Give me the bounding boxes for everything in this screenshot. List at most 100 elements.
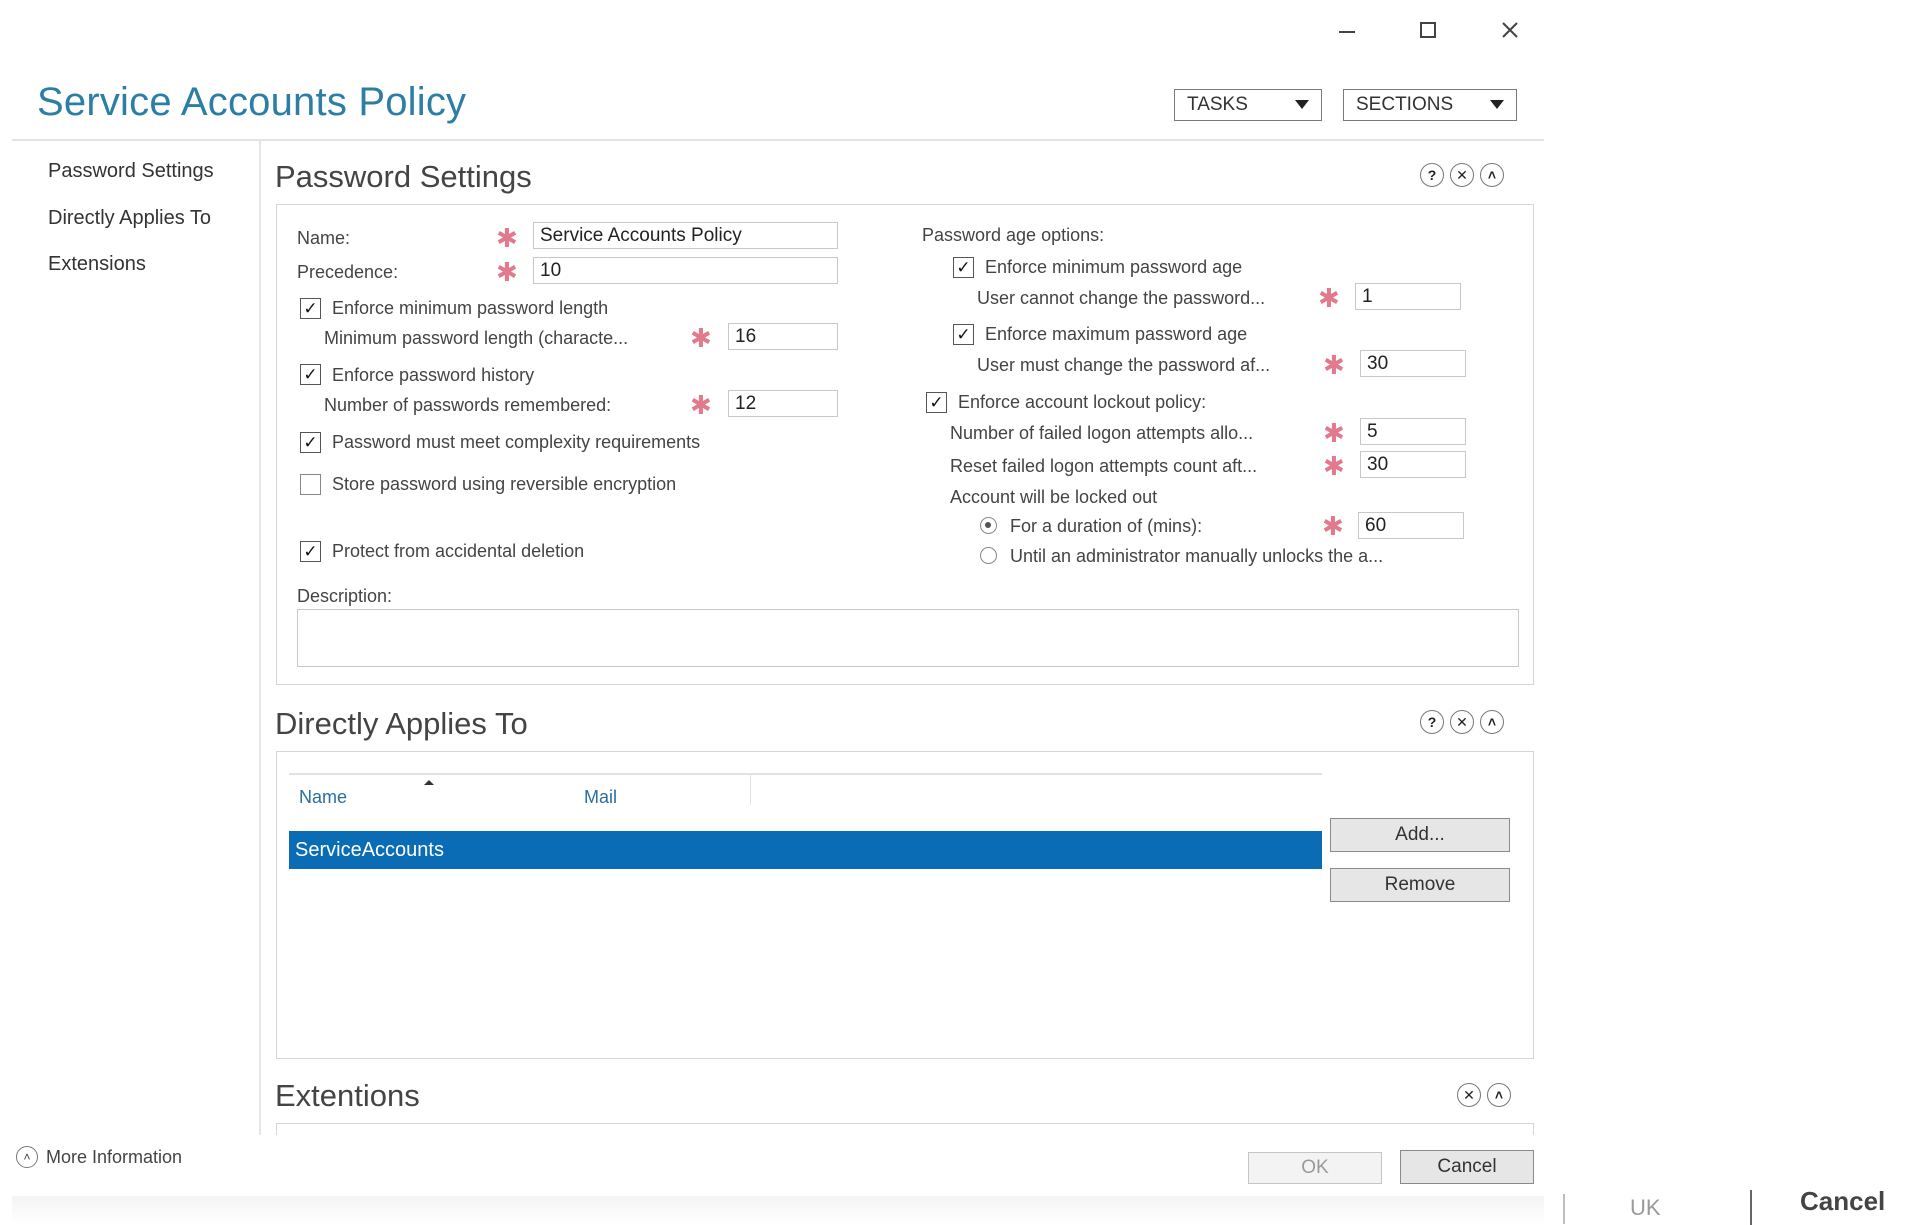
- chevron-down-icon: [1295, 100, 1309, 109]
- duration-field[interactable]: [1358, 512, 1464, 539]
- ghost-divider: [1563, 1194, 1565, 1224]
- nav-item-directly-applies-to[interactable]: Directly Applies To: [48, 207, 211, 230]
- required-icon: ✱: [1323, 418, 1345, 448]
- nav-divider: [259, 141, 261, 1135]
- row-name-cell: ServiceAccounts: [295, 838, 444, 861]
- header-divider: [12, 139, 1544, 141]
- maximize-button[interactable]: [1403, 8, 1453, 52]
- reset-count-label: Reset failed logon attempts count aft...: [950, 456, 1258, 476]
- window-bottom-edge: [12, 1196, 1544, 1225]
- until-admin-label: Until an administrator manually unlocks …: [1010, 546, 1384, 566]
- reversible-encryption-label: Store password using reversible encrypti…: [332, 474, 677, 494]
- cancel-button[interactable]: Cancel: [1400, 1150, 1534, 1184]
- required-icon: ✱: [1323, 350, 1345, 380]
- close-section-icon[interactable]: ✕: [1450, 163, 1474, 187]
- collapse-icon[interactable]: ˄: [1487, 1083, 1511, 1107]
- page-title: Service Accounts Policy: [37, 80, 467, 124]
- locked-out-label: Account will be locked out: [950, 487, 1158, 507]
- more-information-toggle[interactable]: ˄ More Information: [16, 1146, 182, 1168]
- section-tools-extensions: ✕ ˄: [1457, 1083, 1511, 1107]
- protect-deletion-checkbox[interactable]: ✓: [300, 541, 321, 562]
- ghost-ok-label: UK: [1630, 1195, 1661, 1220]
- enforce-max-age-checkbox[interactable]: ✓: [953, 324, 974, 345]
- until-admin-radio[interactable]: [980, 547, 997, 564]
- directly-applies-to-panel: [276, 751, 1534, 1059]
- nav-item-extensions[interactable]: Extensions: [48, 253, 146, 276]
- minimize-button[interactable]: [1322, 8, 1372, 52]
- grid-header-rule: [289, 773, 1322, 775]
- name-field[interactable]: [533, 222, 838, 249]
- duration-radio[interactable]: [980, 517, 997, 534]
- sections-dropdown[interactable]: SECTIONS: [1343, 89, 1517, 121]
- lockout-policy-label: Enforce account lockout policy:: [958, 392, 1207, 412]
- enforce-min-length-checkbox[interactable]: ✓: [300, 298, 321, 319]
- minimize-icon: [1339, 31, 1355, 33]
- sections-label: SECTIONS: [1356, 94, 1454, 115]
- sort-ascending-icon: [424, 780, 434, 785]
- enforce-min-length-label: Enforce minimum password length: [332, 298, 609, 318]
- table-row[interactable]: ServiceAccounts: [289, 831, 1322, 869]
- failed-attempts-label: Number of failed logon attempts allo...: [950, 423, 1254, 443]
- password-age-options-label: Password age options:: [922, 225, 1105, 245]
- reversible-encryption-checkbox[interactable]: [300, 474, 321, 495]
- close-section-icon[interactable]: ✕: [1457, 1083, 1481, 1107]
- close-section-icon[interactable]: ✕: [1450, 710, 1474, 734]
- required-icon: ✱: [496, 223, 518, 253]
- nav-item-password-settings[interactable]: Password Settings: [48, 160, 214, 183]
- column-divider: [750, 775, 751, 805]
- min-age-label: User cannot change the password...: [977, 288, 1266, 308]
- name-label: Name:: [297, 228, 351, 248]
- chevron-up-icon: ˄: [16, 1146, 38, 1168]
- min-age-field[interactable]: [1355, 283, 1461, 310]
- required-icon: ✱: [690, 390, 712, 420]
- description-label: Description:: [297, 586, 393, 606]
- ghost-cancel-label: Cancel: [1800, 1186, 1886, 1216]
- complexity-label: Password must meet complexity requiremen…: [332, 432, 701, 452]
- complexity-checkbox[interactable]: ✓: [300, 432, 321, 453]
- section-title-extensions: Extentions: [275, 1078, 420, 1113]
- column-header-name[interactable]: Name: [299, 787, 347, 808]
- tasks-label: TASKS: [1187, 94, 1248, 115]
- maximize-icon: [1420, 22, 1436, 38]
- section-title-password-settings: Password Settings: [275, 159, 532, 194]
- remove-button[interactable]: Remove: [1330, 868, 1510, 902]
- required-icon: ✱: [690, 323, 712, 353]
- collapse-icon[interactable]: ˄: [1480, 163, 1504, 187]
- close-button[interactable]: [1485, 8, 1535, 52]
- required-icon: ✱: [1318, 283, 1340, 313]
- protect-deletion-label: Protect from accidental deletion: [332, 541, 585, 561]
- collapse-icon[interactable]: ˄: [1480, 710, 1504, 734]
- required-icon: ✱: [1322, 511, 1344, 541]
- required-icon: ✱: [1323, 451, 1345, 481]
- min-length-field[interactable]: [728, 323, 838, 350]
- help-icon[interactable]: ?: [1420, 163, 1444, 187]
- duration-label: For a duration of (mins):: [1010, 516, 1203, 536]
- section-tools-directly-applies-to: ? ✕ ˄: [1420, 710, 1504, 734]
- ok-button[interactable]: OK: [1248, 1152, 1382, 1184]
- tasks-dropdown[interactable]: TASKS: [1174, 89, 1322, 121]
- max-age-field[interactable]: [1360, 350, 1466, 377]
- precedence-label: Precedence:: [297, 262, 399, 282]
- precedence-field[interactable]: [533, 257, 838, 284]
- lockout-policy-checkbox[interactable]: ✓: [926, 392, 947, 413]
- min-length-label: Minimum password length (characte...: [324, 328, 629, 348]
- section-title-directly-applies-to: Directly Applies To: [275, 706, 528, 741]
- extensions-panel: [276, 1123, 1534, 1135]
- enforce-min-age-checkbox[interactable]: ✓: [953, 257, 974, 278]
- failed-attempts-field[interactable]: [1360, 418, 1466, 445]
- passwords-remembered-field[interactable]: [728, 390, 838, 417]
- required-icon: ✱: [496, 257, 518, 287]
- add-button[interactable]: Add...: [1330, 818, 1510, 852]
- description-field[interactable]: [297, 609, 1519, 667]
- section-tools-password-settings: ? ✕ ˄: [1420, 163, 1504, 187]
- enforce-history-checkbox[interactable]: ✓: [300, 364, 321, 385]
- ghost-divider: [1750, 1190, 1752, 1225]
- enforce-max-age-label: Enforce maximum password age: [985, 324, 1248, 344]
- reset-count-field[interactable]: [1360, 451, 1466, 478]
- column-header-mail[interactable]: Mail: [584, 787, 617, 808]
- enforce-min-age-label: Enforce minimum password age: [985, 257, 1243, 277]
- help-icon[interactable]: ?: [1420, 710, 1444, 734]
- enforce-history-label: Enforce password history: [332, 365, 535, 385]
- passwords-remembered-label: Number of passwords remembered:: [324, 395, 612, 415]
- more-information-label: More Information: [46, 1146, 183, 1167]
